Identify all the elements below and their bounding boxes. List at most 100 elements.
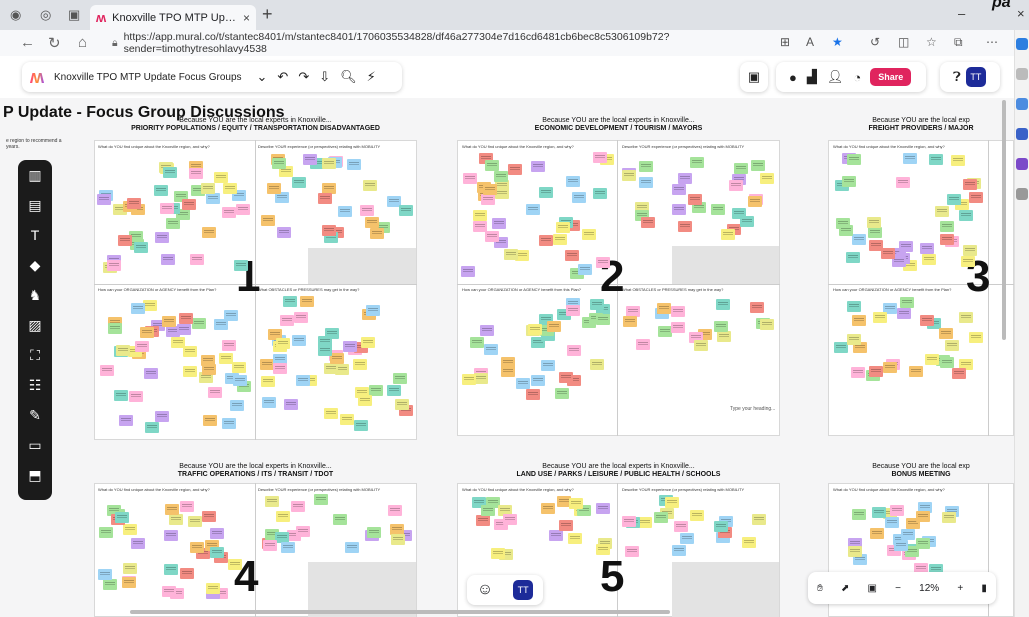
sticky-note[interactable] bbox=[209, 546, 224, 558]
sticky-note[interactable] bbox=[114, 511, 129, 523]
sticky-note[interactable] bbox=[122, 577, 137, 588]
new-tab-button[interactable]: + bbox=[262, 4, 273, 25]
sticky-note[interactable] bbox=[143, 367, 158, 379]
sticky-note[interactable] bbox=[460, 266, 475, 278]
sticky-note[interactable] bbox=[920, 314, 935, 326]
sticky-note[interactable] bbox=[116, 344, 131, 356]
favorite-star-icon[interactable]: ★ bbox=[832, 35, 843, 49]
sticky-note[interactable] bbox=[640, 216, 655, 228]
sticky-note[interactable] bbox=[223, 309, 238, 321]
sticky-note[interactable] bbox=[504, 248, 519, 260]
sticky-note[interactable] bbox=[748, 195, 763, 207]
sticky-note[interactable] bbox=[491, 547, 506, 559]
sticky-note[interactable] bbox=[959, 311, 974, 323]
sticky-note[interactable] bbox=[208, 387, 223, 399]
window-close-button[interactable]: × bbox=[1017, 6, 1025, 21]
back-icon[interactable]: ← bbox=[20, 34, 35, 51]
sticky-note[interactable] bbox=[122, 524, 137, 536]
sticky-note[interactable] bbox=[677, 221, 692, 233]
sticky-note[interactable] bbox=[500, 357, 515, 369]
browser-tab[interactable]: ʍ Knoxville TPO MTP Update Focu... × bbox=[90, 5, 256, 30]
sticky-note[interactable] bbox=[390, 534, 405, 546]
zoom-level[interactable]: 12% bbox=[919, 583, 939, 594]
sticky-note[interactable] bbox=[169, 513, 184, 525]
sticky-note[interactable] bbox=[903, 153, 918, 165]
sticky-note[interactable] bbox=[897, 308, 912, 320]
sticky-note[interactable] bbox=[728, 179, 743, 191]
sticky-note[interactable] bbox=[742, 536, 757, 548]
sticky-note[interactable] bbox=[851, 233, 866, 245]
sticky-note[interactable] bbox=[919, 242, 934, 254]
sticky-note[interactable] bbox=[565, 249, 580, 261]
sticky-note[interactable] bbox=[494, 188, 509, 200]
outline-icon[interactable]: ▣ bbox=[748, 69, 760, 85]
zoom-in-button[interactable]: + bbox=[957, 583, 963, 594]
sticky-note[interactable] bbox=[233, 260, 248, 272]
activity-icon[interactable]: ▟ bbox=[807, 69, 817, 85]
gif-icon[interactable]: ♞ bbox=[18, 280, 52, 310]
sticky-note[interactable] bbox=[98, 568, 113, 580]
app-available-icon[interactable]: ⊞ bbox=[780, 35, 790, 49]
sticky-note[interactable] bbox=[483, 184, 498, 196]
sticky-note[interactable] bbox=[924, 353, 939, 365]
sticky-note[interactable] bbox=[161, 316, 176, 328]
sticky-note[interactable] bbox=[235, 204, 250, 216]
sticky-note[interactable] bbox=[206, 583, 221, 595]
sticky-note[interactable] bbox=[493, 171, 508, 183]
sticky-note[interactable] bbox=[271, 157, 286, 169]
sticky-note[interactable] bbox=[656, 303, 671, 315]
sticky-note[interactable] bbox=[223, 182, 238, 194]
hand-tool-icon[interactable]: ✋︎ bbox=[817, 583, 823, 594]
sticky-note[interactable] bbox=[365, 216, 380, 228]
sticky-note[interactable] bbox=[935, 205, 950, 217]
sticky-note[interactable] bbox=[541, 502, 556, 514]
sticky-note[interactable] bbox=[261, 214, 276, 226]
sticky-note[interactable] bbox=[690, 509, 705, 521]
zoom-out-button[interactable]: − bbox=[895, 583, 901, 594]
sticky-note-icon[interactable]: ▤ bbox=[18, 190, 52, 220]
sticky-note[interactable] bbox=[473, 220, 488, 232]
sticky-note[interactable] bbox=[908, 366, 923, 378]
sticky-note[interactable] bbox=[671, 203, 686, 215]
sticky-note[interactable] bbox=[480, 194, 495, 206]
sticky-note[interactable] bbox=[577, 263, 592, 275]
sticky-note[interactable] bbox=[950, 155, 965, 167]
sticky-note[interactable] bbox=[123, 562, 138, 574]
sticky-note[interactable] bbox=[939, 234, 954, 246]
sticky-note[interactable] bbox=[281, 541, 296, 553]
sticky-note[interactable] bbox=[962, 244, 977, 256]
sticky-note[interactable] bbox=[332, 514, 347, 526]
sticky-note[interactable] bbox=[657, 326, 672, 338]
sticky-note[interactable] bbox=[852, 315, 867, 327]
sticky-note[interactable] bbox=[525, 203, 540, 215]
sticky-note[interactable] bbox=[484, 344, 499, 356]
table-icon[interactable]: ☷ bbox=[18, 370, 52, 400]
redo-icon[interactable]: ↷ bbox=[298, 69, 309, 85]
favorites-icon[interactable]: ☆ bbox=[926, 35, 937, 49]
sticky-note[interactable] bbox=[232, 374, 247, 386]
sticky-note[interactable] bbox=[134, 241, 149, 253]
sticky-note[interactable] bbox=[324, 362, 339, 374]
sticky-note[interactable] bbox=[210, 528, 225, 540]
sticky-note[interactable] bbox=[716, 298, 731, 310]
sticky-note[interactable] bbox=[360, 205, 375, 217]
sticky-note[interactable] bbox=[200, 183, 215, 195]
copilot-icon[interactable] bbox=[1016, 38, 1028, 50]
sticky-note[interactable] bbox=[107, 260, 122, 272]
sticky-note[interactable] bbox=[538, 234, 553, 246]
refresh-icon[interactable]: ↻ bbox=[48, 34, 61, 52]
sticky-note[interactable] bbox=[352, 359, 367, 371]
sticky-note[interactable] bbox=[480, 504, 495, 516]
sticky-note[interactable] bbox=[711, 203, 726, 215]
shapes-icon[interactable]: ◆ bbox=[18, 250, 52, 280]
sticky-note[interactable] bbox=[179, 568, 194, 580]
sticky-note[interactable] bbox=[275, 338, 290, 350]
sticky-note[interactable] bbox=[915, 511, 930, 523]
sticky-note[interactable] bbox=[848, 546, 863, 557]
tab-actions-icon[interactable]: ▣ bbox=[68, 7, 80, 23]
sticky-note[interactable] bbox=[516, 377, 531, 389]
sticky-note[interactable] bbox=[129, 391, 144, 403]
sticky-note[interactable] bbox=[265, 495, 280, 507]
sticky-note[interactable] bbox=[154, 185, 169, 197]
sticky-note[interactable] bbox=[131, 538, 146, 550]
